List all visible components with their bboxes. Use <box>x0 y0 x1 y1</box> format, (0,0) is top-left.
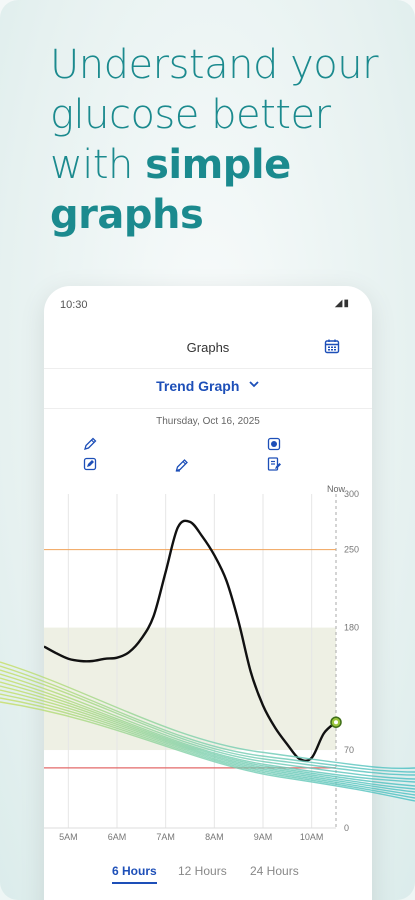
trend-graph: 0 70 180 250 300 5AM 6AM 7AM 8AM 9AM 10AM Now <box>44 484 359 842</box>
tab-6-hours[interactable]: 6 Hours <box>112 864 157 884</box>
graph-type-dropdown[interactable]: Trend Graph <box>44 372 372 409</box>
headline-line-3-plain: with <box>50 142 146 188</box>
chevron-down-icon <box>249 381 259 388</box>
now-label: Now <box>327 484 346 494</box>
app-bar: Graphs <box>44 322 372 369</box>
tab-12-hours[interactable]: 12 Hours <box>178 864 227 882</box>
graph-type-label: Trend Graph <box>156 378 240 394</box>
page-title: Graphs <box>186 340 230 355</box>
note-icon[interactable] <box>82 456 98 472</box>
y-tick-label: 300 <box>344 489 359 499</box>
y-tick-label: 250 <box>344 545 359 555</box>
note-icon[interactable] <box>266 456 282 472</box>
x-tick-label: 8AM <box>205 832 224 842</box>
tab-24-hours[interactable]: 24 Hours <box>250 864 299 882</box>
current-glucose-point-center <box>334 720 338 725</box>
y-tick-label: 180 <box>344 623 359 633</box>
headline-line-3-bold: simple <box>145 142 291 188</box>
headline-line-4: graphs <box>50 190 390 240</box>
y-tick-label: 0 <box>344 823 349 833</box>
headline-line-1: Understand your <box>50 42 379 88</box>
y-tick-label: 70 <box>344 745 354 755</box>
pen-icon[interactable] <box>82 436 98 452</box>
screen-background: Understand your glucose better with simp… <box>0 0 415 900</box>
headline-line-2: glucose better <box>50 92 331 138</box>
calendar-icon[interactable] <box>324 338 340 354</box>
headline: Understand your glucose better with simp… <box>50 40 390 240</box>
x-tick-label: 9AM <box>254 832 273 842</box>
status-time: 10:30 <box>60 299 88 311</box>
target-range-band <box>44 627 336 751</box>
food-icon[interactable] <box>266 436 282 452</box>
pen-icon[interactable] <box>174 457 190 473</box>
time-range-tabs: 6 Hours 12 Hours 24 Hours <box>44 864 372 894</box>
x-tick-label: 5AM <box>59 832 78 842</box>
phone-mockup: 10:30 ◢▮ Graphs Trend Graph Thursday, Oc… <box>44 286 372 900</box>
x-tick-label: 10AM <box>300 832 324 842</box>
headline-line-4-bold: graphs <box>50 192 204 238</box>
graph-date: Thursday, Oct 16, 2025 <box>156 416 260 427</box>
x-tick-label: 7AM <box>156 832 175 842</box>
status-bar: 10:30 ◢▮ <box>44 286 372 322</box>
x-tick-label: 6AM <box>108 832 127 842</box>
status-icons: ◢▮ <box>334 298 350 309</box>
headline-line-3: with simple <box>50 140 390 190</box>
